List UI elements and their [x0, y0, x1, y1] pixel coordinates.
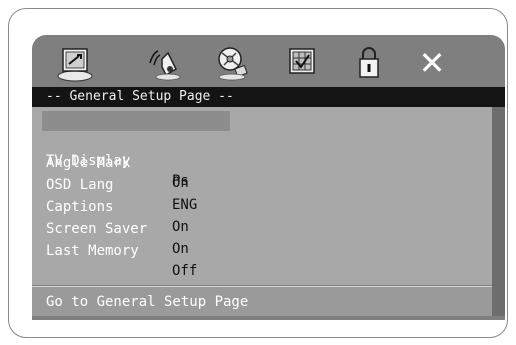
lock-icon[interactable] [349, 43, 389, 83]
menu-side-border [492, 107, 505, 316]
preference-grid-icon[interactable] [282, 43, 322, 83]
osd-menu: ✕ -- General Setup Page -- TV Display Ps… [32, 35, 505, 320]
setting-row-captions[interactable]: Captions On [32, 177, 505, 235]
selection-highlight [42, 111, 230, 131]
page-title: -- General Setup Page -- [32, 87, 505, 107]
settings-list: TV Display Ps Angle Mark On OSD Lang ENG… [32, 107, 505, 285]
exit-icon[interactable]: ✕ [412, 43, 452, 83]
exit-glyph: ✕ [418, 44, 446, 82]
setting-value: Off [172, 263, 198, 279]
setting-row-last-memory[interactable]: Last Memory Off [32, 221, 505, 279]
general-setup-icon[interactable] [55, 43, 95, 83]
setting-label: Last Memory [46, 243, 139, 259]
setting-value: On [172, 241, 189, 257]
audio-speaker-icon[interactable] [144, 43, 184, 83]
menu-toolbar: ✕ [32, 35, 505, 87]
setting-row-screen-saver[interactable]: Screen Saver On [32, 199, 505, 257]
setting-row-tv-display[interactable]: TV Display Ps [32, 111, 505, 189]
setting-row-osd-lang[interactable]: OSD Lang ENG [32, 155, 505, 213]
status-bar: Go to General Setup Page [32, 286, 505, 316]
video-disc-icon[interactable] [212, 43, 252, 83]
setting-row-angle-mark[interactable]: Angle Mark On [32, 133, 505, 191]
